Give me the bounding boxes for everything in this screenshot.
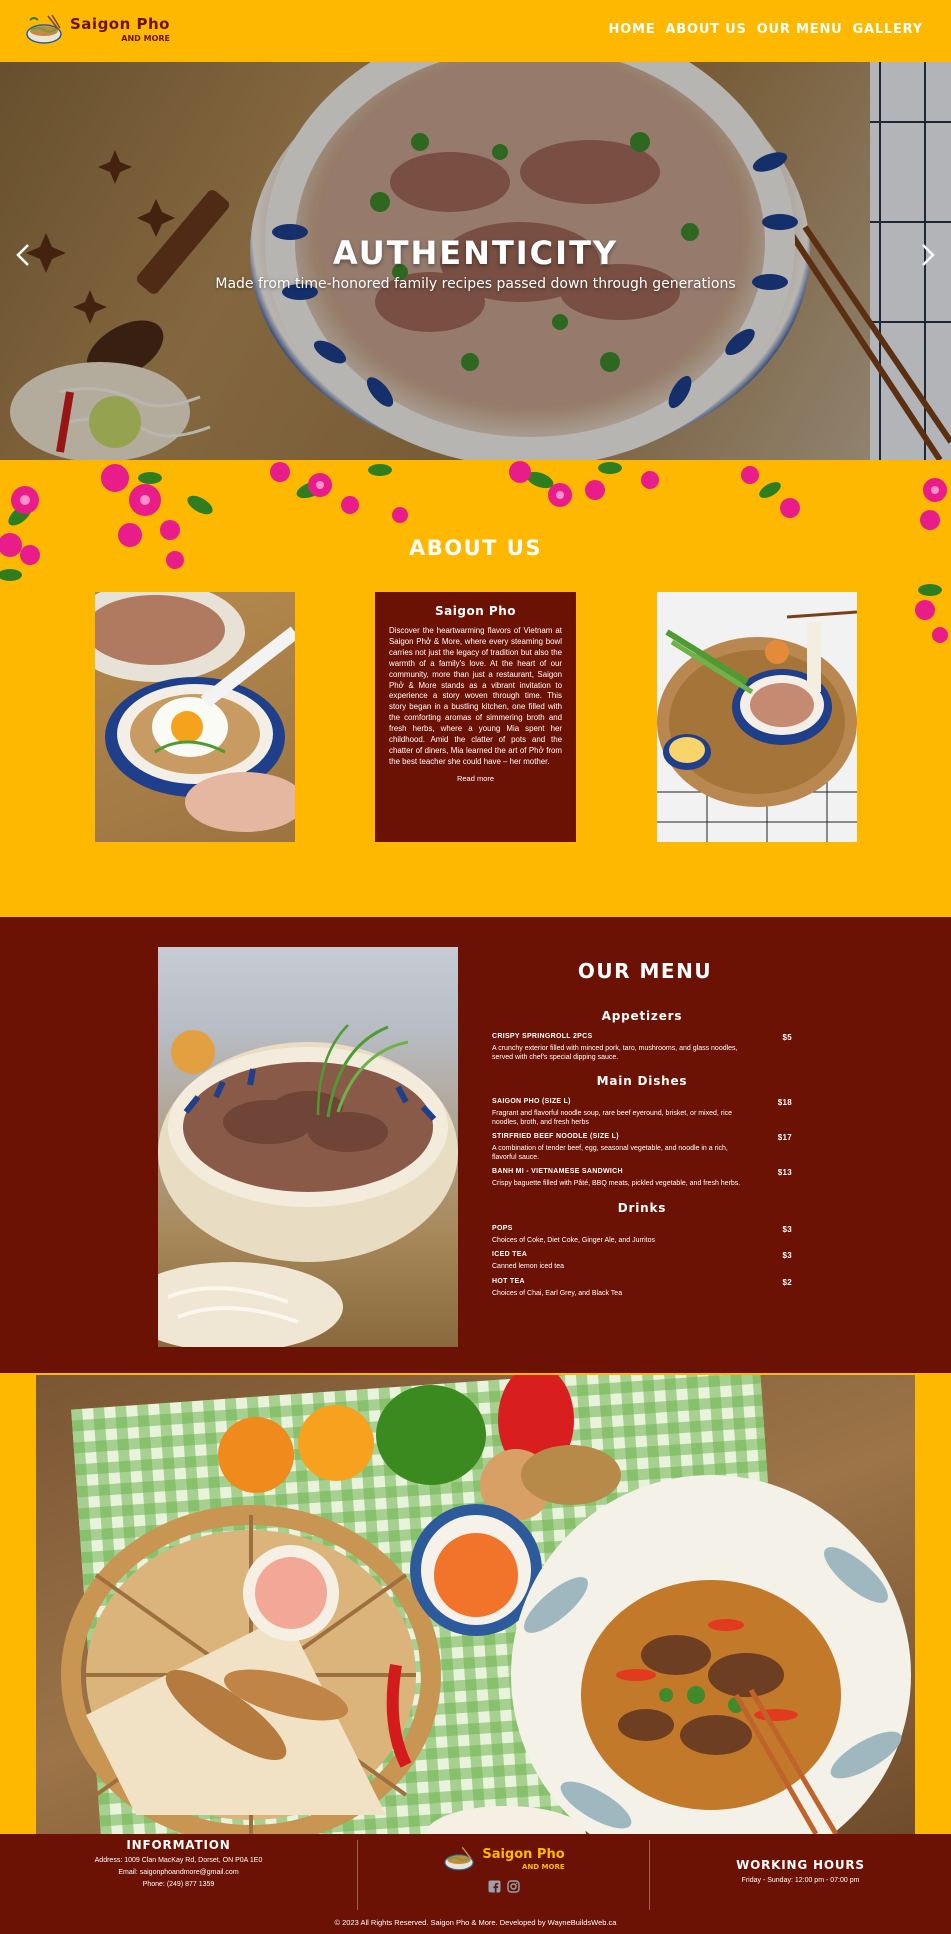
footer-email[interactable]: Email: saigonphoandmore@gmail.com [0,1869,357,1876]
menu-item: SAIGON PHO (SIZE L) $18 Fragrant and flav… [492,1098,792,1127]
gallery-photo-spread [36,1375,915,1834]
about-photo-egg-bowl [95,592,295,842]
brand-sub: AND MORE [121,34,170,43]
nav-home[interactable]: HOME [608,22,655,37]
nav-gallery[interactable]: GALLERY [853,22,924,37]
read-more-link[interactable]: Read more [389,774,562,783]
menu-item-desc: A combination of tender beef, egg, seaso… [492,1145,728,1161]
site-footer: INFORMATION Address: 1009 Clan MacKay Rd… [0,1834,951,1934]
menu-item-price: $17 [777,1133,792,1142]
menu-list: Appetizers CRISPY SPRINGROLL 2PCS $5 A cr… [492,1009,792,1304]
menu-item-name: POPS [492,1224,513,1232]
footer-brand: Saigon Pho AND MORE [358,1834,649,1910]
menu-category-main-dishes: Main Dishes [596,1074,688,1088]
facebook-icon[interactable] [488,1880,501,1893]
brand-logo[interactable]: Saigon Pho AND MORE [24,12,170,48]
chevron-left-icon [16,244,29,266]
footer-copyright: © 2023 All Rights Reserved. Saigon Pho &… [334,1918,617,1927]
menu-category-appetizers: Appetizers [601,1009,683,1023]
gallery-section [0,1373,951,1834]
carousel-prev-button[interactable] [8,240,38,270]
menu-item-desc: Canned lemon iced tea [492,1263,564,1270]
menu-item: ICED TEA $3 Canned lemon iced tea [492,1251,792,1272]
chevron-right-icon [922,244,935,266]
menu-item-desc: Choices of Chai, Earl Grey, and Black Te… [492,1289,623,1297]
menu-item-desc: Choices of Coke, Diet Coke, Ginger Ale, … [492,1236,656,1244]
footer-brand-name: Saigon Pho [482,1846,565,1862]
menu-item: POPS $3 Choices of Coke, Diet Coke, Ginge… [492,1225,792,1246]
main-nav: HOME ABOUT US OUR MENU GALLERY [608,22,923,37]
nav-our-menu[interactable]: OUR MENU [757,22,843,37]
brand-name: Saigon Pho [70,15,170,33]
menu-item-price: $5 [782,1033,792,1042]
menu-item-name: HOT TEA [492,1277,525,1285]
hero-carousel: AUTHENTICITY Made from time-honored fami… [0,62,951,460]
nav-about-us[interactable]: ABOUT US [665,22,746,37]
menu-item-name: BANH MI - VIETNAMESE SANDWICH [492,1168,623,1175]
about-photo-pho-spread [657,592,857,842]
menu-item-desc: Fragrant and flavorful noodle soup, rare… [492,1110,733,1126]
hero-subtitle: Made from time-honored family recipes pa… [215,276,736,292]
site-header: Saigon Pho AND MORE HOME ABOUT US OUR ME… [0,0,951,62]
menu-item-price: $18 [777,1098,792,1107]
footer-hours: WORKING HOURS Friday - Sunday: 12:00 pm … [650,1834,951,1910]
menu-item-price: $3 [782,1251,792,1260]
pho-bowl-icon [444,1846,475,1871]
menu-item: CRISPY SPRINGROLL 2PCS $5 A crunchy exter… [492,1033,792,1062]
menu-photo-pho [158,947,458,1347]
menu-item-name: CRISPY SPRINGROLL 2PCS [492,1033,593,1040]
about-card-text: Discover the heartwarming flavors of Vie… [389,626,562,766]
footer-info-title: INFORMATION [126,1838,231,1852]
menu-section: OUR MENU Appetizers CRISPY SPRINGROLL 2P… [0,917,951,1373]
social-links [358,1880,649,1893]
menu-item-name: ICED TEA [492,1251,528,1258]
menu-category-drinks: Drinks [617,1200,667,1215]
about-title: ABOUT US [409,536,542,560]
footer-hours-title: WORKING HOURS [736,1858,865,1872]
hero-title: AUTHENTICITY [332,234,619,272]
menu-item-price: $13 [777,1168,792,1177]
menu-item-desc: A crunchy exterior filled with minced po… [492,1045,738,1061]
footer-brand-sub: AND MORE [522,1862,565,1871]
menu-item-price: $3 [782,1224,792,1234]
footer-info: INFORMATION Address: 1009 Clan MacKay Rd… [0,1834,357,1910]
footer-phone[interactable]: Phone: (249) 877 1359 [0,1881,357,1888]
footer-address: Address: 1009 Clan MacKay Rd, Dorset, ON… [94,1857,263,1864]
carousel-next-button[interactable] [913,240,943,270]
about-section: ABOUT US Saigon Pho Discover the heartwa… [0,460,951,917]
menu-item: BANH MI - VIETNAMESE SANDWICH $13 Crispy … [492,1168,792,1189]
menu-item: STIRFRIED BEEF NOODLE (SIZE L) $17 A comb… [492,1133,792,1162]
menu-item: HOT TEA $2 Choices of Chai, Earl Grey, an… [492,1278,792,1299]
menu-item-name: SAIGON PHO (SIZE L) [492,1098,571,1105]
menu-title: OUR MENU [577,959,713,983]
menu-item-name: STIRFRIED BEEF NOODLE (SIZE L) [492,1133,619,1140]
menu-item-price: $2 [782,1277,792,1287]
instagram-icon[interactable] [506,1880,520,1893]
about-card-title: Saigon Pho [435,604,516,618]
menu-item-desc: Crispy baguette filled with Pâté, BBQ me… [492,1180,741,1187]
footer-hours-text: Friday - Sunday: 12:00 pm - 07:00 pm [741,1877,860,1884]
about-story-card: Saigon Pho Discover the heartwarming fla… [375,592,576,842]
pho-bowl-icon [24,12,64,48]
